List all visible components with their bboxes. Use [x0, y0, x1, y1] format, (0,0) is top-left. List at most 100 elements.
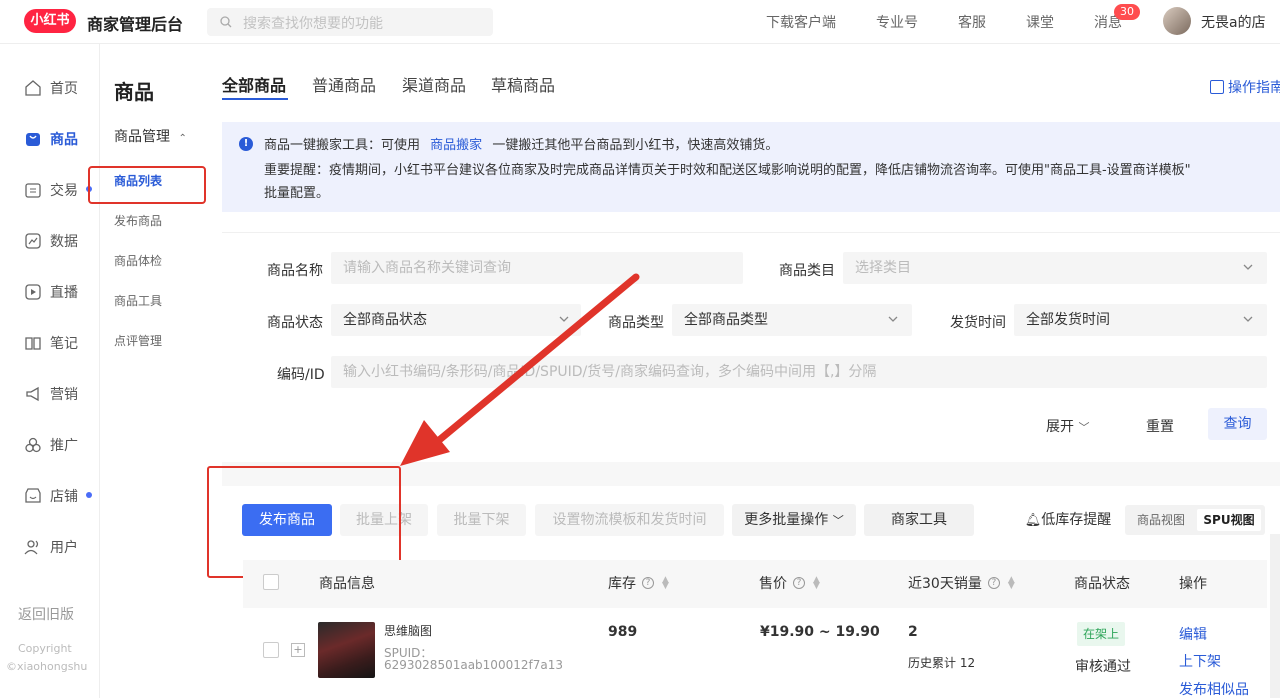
edit-link[interactable]: 编辑 [1179, 624, 1207, 644]
product-name[interactable]: 思维脑图 [384, 622, 432, 639]
back-to-old-version-link[interactable]: 返回旧版 [18, 604, 74, 624]
sub-nav-group-label: 商品管理 [114, 129, 170, 145]
chevron-down-icon: ﹀ [832, 514, 844, 527]
more-batch-actions-dropdown[interactable]: 更多批量操作 ﹀ [732, 504, 856, 536]
low-stock-label: 低库存提醒 [1041, 512, 1112, 528]
message-count-badge: 30 [1114, 4, 1140, 20]
product-name-input[interactable]: 请输入商品名称关键词查询 [331, 252, 743, 284]
list-delist-link[interactable]: 上下架 [1179, 651, 1221, 671]
product-thumbnail[interactable] [318, 622, 375, 678]
sub-nav-item-product-tools[interactable]: 商品工具 [114, 292, 162, 309]
shop-icon [25, 488, 41, 503]
header-label: 商品信息 [319, 576, 375, 592]
expand-label: 展开 [1046, 419, 1074, 435]
notice-banner: ! 商品一键搬家工具：可使用 商品搬家 一键搬迁其他平台商品到小红书，快速高效铺… [222, 122, 1280, 212]
ship-time-select[interactable]: 全部发货时间 [1014, 304, 1267, 336]
sub-nav-title: 商品 [114, 80, 154, 104]
tab-draft-products[interactable]: 草稿商品 [491, 72, 555, 96]
header-label: 操作 [1179, 576, 1207, 592]
nav-item-user[interactable]: 用户 [24, 537, 78, 557]
sub-nav-item-review-management[interactable]: 点评管理 [114, 332, 162, 349]
user-name[interactable]: 无畏a的店 [1201, 12, 1266, 32]
shop-notification-dot [86, 492, 92, 498]
chevron-up-icon: ⌃ [178, 133, 187, 144]
header-label: 近30天销量 [908, 576, 982, 592]
product-name-label: 商品名称 [267, 263, 323, 279]
select-all-checkbox[interactable] [263, 574, 279, 590]
nav-item-promotion[interactable]: 推广 [24, 435, 78, 455]
notice-text: 商品一键搬家工具：可使用 [264, 138, 421, 153]
category-select[interactable]: 选择类目 [843, 252, 1267, 284]
row-checkbox[interactable] [263, 642, 279, 658]
logistics-template-button[interactable]: 设置物流模板和发货时间 [535, 504, 724, 536]
product-type-label: 商品类型 [608, 315, 664, 331]
expand-filters-button[interactable]: 展开 ﹀ [1046, 416, 1089, 436]
sort-icon[interactable]: ▲ ▼ [813, 576, 821, 591]
merchant-tools-button[interactable]: 商家工具 [864, 504, 974, 536]
nav-label: 直播 [50, 285, 78, 301]
view-toggle: 商品视图 SPU视图 [1125, 505, 1265, 535]
nav-item-live[interactable]: 直播 [24, 282, 78, 302]
low-stock-alert-button[interactable]: 🔔︎低库存提醒 [1020, 504, 1116, 536]
column-status: 商品状态 [1074, 573, 1130, 593]
nav-label: 交易 [50, 183, 78, 199]
tab-channel-products[interactable]: 渠道商品 [402, 72, 466, 96]
tab-all-products[interactable]: 全部商品 [222, 72, 286, 96]
promotion-icon [25, 437, 41, 453]
query-button[interactable]: 查询 [1208, 408, 1267, 440]
nav-item-product[interactable]: 商品 [24, 129, 78, 149]
scrollbar[interactable] [1270, 534, 1280, 698]
sub-nav-group-product-management[interactable]: 商品管理 ⌃ [114, 126, 187, 146]
sort-icon[interactable]: ▲ ▼ [662, 576, 670, 591]
batch-delist-button[interactable]: 批量下架 [437, 504, 526, 536]
help-icon[interactable]: ? [987, 577, 1000, 589]
help-icon[interactable]: ? [793, 577, 805, 589]
column-stock[interactable]: 库存? ▲ ▼ [608, 573, 670, 593]
global-search-input[interactable]: 搜索查找你想要的功能 [207, 8, 493, 36]
home-icon [25, 80, 41, 96]
sub-nav-item-product-check[interactable]: 商品体检 [114, 252, 162, 269]
xiaohongshu-logo[interactable]: 小红书 [24, 9, 76, 33]
pro-account-link[interactable]: 专业号 [876, 12, 918, 32]
column-price[interactable]: 售价? ▲ ▼ [759, 573, 821, 593]
sub-nav: 商品 商品管理 ⌃ 商品列表 发布商品 商品体检 商品工具 点评管理 [100, 44, 222, 698]
category-placeholder: 选择类目 [855, 260, 911, 276]
nav-item-trade[interactable]: 交易 [24, 180, 78, 200]
avatar[interactable] [1163, 7, 1191, 35]
operation-guide-link[interactable]: 操作指南 [1210, 77, 1280, 97]
product-view-option[interactable]: 商品视图 [1129, 509, 1193, 531]
classroom-link[interactable]: 课堂 [1026, 12, 1054, 32]
search-icon [220, 16, 232, 28]
annotation-highlight-box [88, 166, 206, 204]
user-icon [24, 540, 39, 555]
reset-button[interactable]: 重置 [1146, 416, 1174, 436]
nav-item-shop[interactable]: 店铺 [24, 486, 78, 506]
expand-row-icon[interactable]: + [291, 643, 305, 657]
product-migration-link[interactable]: 商品搬家 [430, 138, 482, 153]
top-bar: 小红书 商家管理后台 搜索查找你想要的功能 下载客户端 专业号 客服 课堂 消息… [0, 0, 1280, 44]
customer-service-link[interactable]: 客服 [958, 12, 986, 32]
header-label: 库存 [608, 576, 636, 592]
code-id-textarea[interactable]: 输入小红书编码/条形码/商品ID/SPUID/货号/商家编码查询，多个编码中间用… [331, 356, 1267, 388]
nav-item-data[interactable]: 数据 [24, 231, 78, 251]
ship-time-value: 全部发货时间 [1026, 312, 1110, 328]
spu-view-option[interactable]: SPU视图 [1197, 509, 1261, 531]
product-type-select[interactable]: 全部商品类型 [672, 304, 912, 336]
nav-label: 推广 [50, 438, 78, 454]
nav-label: 首页 [50, 81, 78, 97]
nav-item-note[interactable]: 笔记 [24, 333, 78, 353]
code-id-label: 编码/ID [277, 367, 325, 383]
sub-nav-item-publish-product[interactable]: 发布商品 [114, 212, 162, 229]
nav-label: 用户 [50, 540, 78, 556]
nav-item-home[interactable]: 首页 [24, 78, 78, 98]
download-client-link[interactable]: 下载客户端 [766, 12, 836, 32]
sort-icon[interactable]: ▲ ▼ [1008, 576, 1016, 591]
column-sales-30d[interactable]: 近30天销量? ▲ ▼ [908, 573, 1016, 593]
product-status-select[interactable]: 全部商品状态 [331, 304, 581, 336]
help-icon[interactable]: ? [642, 577, 654, 589]
publish-similar-link[interactable]: 发布相似品 [1179, 679, 1249, 698]
tab-normal-products[interactable]: 普通商品 [312, 72, 376, 96]
column-product-info: 商品信息 [319, 573, 375, 593]
price-value: ¥19.90 ~ 19.90 [760, 624, 880, 640]
nav-item-marketing[interactable]: 营销 [24, 384, 78, 404]
